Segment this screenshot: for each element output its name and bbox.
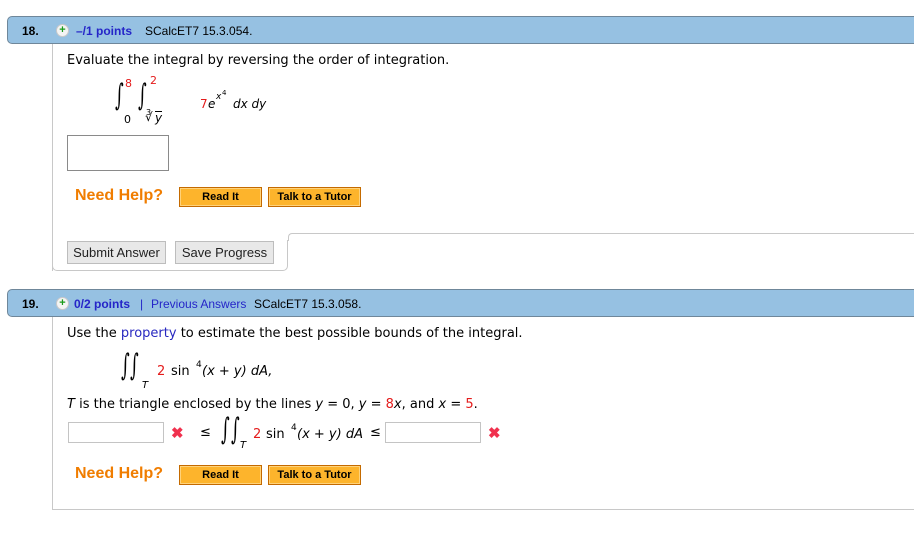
- integrand-func: sin: [171, 364, 190, 379]
- question-18-footer-divider: [288, 233, 914, 241]
- eq3-mid: =: [446, 397, 466, 412]
- lower-bound-input[interactable]: [68, 422, 164, 443]
- question-18-header: 18. + –/1 points SCalcET7 15.3.054.: [7, 16, 914, 44]
- integrand-exp-pow: 4: [222, 89, 227, 97]
- leq-symbol: ≤: [370, 425, 381, 440]
- inner-upper-limit: 2: [150, 74, 157, 87]
- integrand-args: (x + y) dA,: [202, 364, 273, 379]
- outer-lower-limit: 0: [124, 113, 131, 126]
- eq2-mid: =: [366, 397, 386, 412]
- upper-bound-input[interactable]: [385, 422, 481, 443]
- incorrect-icon: ✖: [171, 425, 184, 442]
- answer-input[interactable]: [67, 135, 169, 171]
- problem-code: SCalcET7 15.3.054.: [145, 24, 253, 38]
- integrand-power: 4: [291, 423, 297, 433]
- submit-answer-button[interactable]: Submit Answer: [67, 241, 166, 264]
- eq2-and: , and: [401, 397, 439, 412]
- question-number: 18.: [22, 24, 39, 38]
- property-link[interactable]: property: [121, 326, 177, 341]
- talk-to-tutor-button[interactable]: Talk to a Tutor: [268, 465, 361, 485]
- prompt-pre: Use the: [67, 326, 117, 341]
- region-subscript: T: [240, 440, 247, 451]
- eq3-val: 5: [465, 397, 474, 412]
- read-it-button[interactable]: Read It: [179, 187, 262, 207]
- outer-integral-sign: ∫: [115, 78, 124, 113]
- prompt-post: to estimate the best possible bounds of …: [180, 326, 523, 341]
- integrand-coefficient: 2: [157, 364, 166, 379]
- eq1-rest: = 0,: [323, 397, 359, 412]
- eq1-var: y: [315, 397, 324, 412]
- points-label: 0/2 points: [74, 297, 131, 311]
- eq2-coef: 8: [385, 397, 394, 412]
- need-help-label: Need Help?: [75, 187, 164, 204]
- eq3-end: .: [473, 397, 478, 412]
- integrand-coefficient: 2: [253, 427, 262, 442]
- question-18-body-border: [52, 44, 53, 271]
- root-radicand: y: [155, 111, 163, 125]
- incorrect-icon: ✖: [488, 425, 501, 442]
- talk-to-tutor-button[interactable]: Talk to a Tutor: [268, 187, 361, 207]
- question-number: 19.: [22, 297, 39, 311]
- header-separator: |: [140, 297, 144, 311]
- region-text: is the triangle enclosed by the lines: [79, 397, 312, 412]
- points-label: –/1 points: [76, 24, 133, 38]
- region-symbol: T: [67, 397, 75, 412]
- integral-sign-2: ∫: [231, 412, 240, 447]
- integrand-base: e: [208, 97, 216, 111]
- expand-plus-icon[interactable]: +: [56, 297, 69, 310]
- integral-sign-1: ∫: [121, 348, 130, 383]
- sqrt-sign: √: [145, 110, 153, 124]
- problem-code: SCalcET7 15.3.058.: [254, 297, 362, 311]
- integrand-func: sin: [266, 427, 285, 442]
- question-prompt: Evaluate the integral by reversing the o…: [67, 53, 450, 68]
- need-help-label: Need Help?: [75, 465, 164, 482]
- previous-answers-link[interactable]: Previous Answers: [151, 297, 246, 311]
- question-19-header: 19. + 0/2 points | Previous Answers SCal…: [7, 289, 914, 317]
- region-subscript: T: [142, 380, 149, 391]
- read-it-button[interactable]: Read It: [179, 465, 262, 485]
- question-prompt: Use the property to estimate the best po…: [67, 326, 523, 341]
- leq-symbol: ≤: [200, 425, 211, 440]
- differentials: dx dy: [233, 97, 267, 111]
- expand-plus-icon[interactable]: +: [56, 24, 69, 37]
- integral-sign-1: ∫: [221, 412, 230, 447]
- integrand-exp-var: x: [216, 92, 222, 102]
- eq2-x: x: [393, 397, 402, 412]
- region-description: T is the triangle enclosed by the lines …: [67, 397, 478, 412]
- integrand-power: 4: [196, 360, 202, 370]
- integral-sign-2: ∫: [130, 348, 139, 383]
- save-progress-button[interactable]: Save Progress: [175, 241, 274, 264]
- integrand-args: (x + y) dA: [297, 427, 363, 442]
- outer-upper-limit: 8: [125, 77, 132, 90]
- integrand-coefficient: 7: [200, 97, 208, 111]
